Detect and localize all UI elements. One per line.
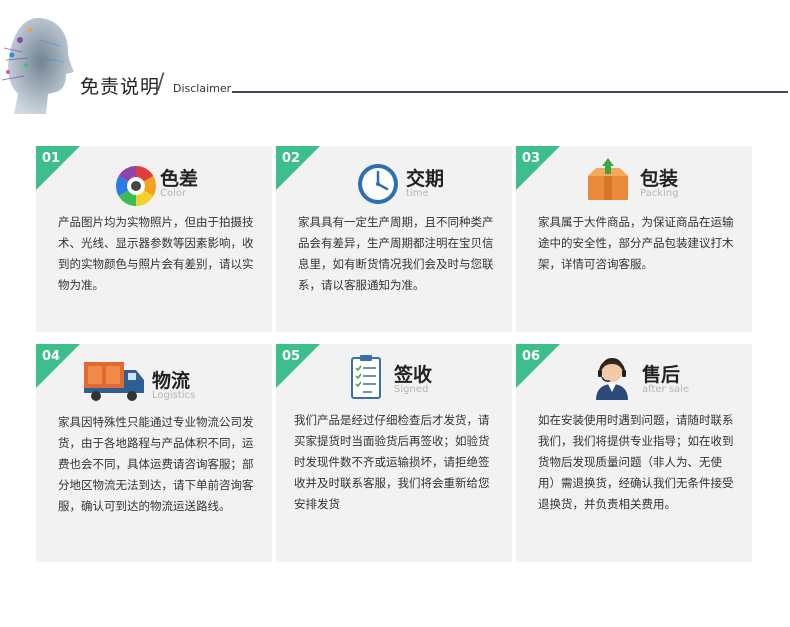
- card-number: 05: [282, 349, 301, 364]
- card-text: 如在安装使用时遇到问题，请随时联系我们，我们将提供专业指导；如在收到货物后发现质…: [538, 413, 734, 511]
- card-title: 售后: [642, 364, 681, 386]
- card-title: 物流: [152, 370, 191, 392]
- truck-icon: [84, 362, 144, 401]
- card-subtitle: Packing: [640, 188, 679, 199]
- card-color: 01 色差 Color 产品图片均为实物照片，但由于拍摄技术、光线、显示器参数等…: [36, 146, 272, 332]
- page-title: 免责说明: [80, 76, 161, 98]
- card-after-sale: 06 售后 after sale 如在安装使用时遇到问题，请随时联系我们，我们将…: [516, 344, 752, 562]
- card-title: 交期: [406, 168, 445, 190]
- card-subtitle: Signed: [394, 384, 429, 395]
- card-number: 01: [42, 151, 61, 166]
- headset-agent-icon: [596, 358, 628, 400]
- card-subtitle: Logistics: [152, 390, 196, 401]
- card-number: 02: [282, 151, 301, 166]
- card-subtitle: Color: [160, 188, 187, 199]
- card-text: 家具属于大件商品，为保证商品在运输途中的安全性，部分产品包装建议打木架，详情可咨…: [538, 215, 734, 271]
- title-separator: /: [157, 70, 165, 95]
- card-text: 我们产品是经过仔细检查后才发货，请买家提货时当面验货后再签收；如验货时发现件数不…: [294, 413, 490, 511]
- card-text: 产品图片均为实物照片，但由于拍摄技术、光线、显示器参数等因素影响，收到的实物颜色…: [58, 215, 254, 292]
- card-logistics: 04 物流 Logistics 家具因特殊性只能通过专业物流公司发货，由于各地路…: [36, 344, 272, 562]
- card-signed: 05 签收 Signed 我们产品是经过仔细检查后才发货，请买家提货时当面验货后…: [276, 344, 512, 562]
- card-text: 家具具有一定生产周期，且不同种类产品会有差异，生产周期都注明在宝贝信息里，如有断…: [298, 215, 494, 292]
- title-rule: [232, 91, 788, 93]
- page-title-english: Disclaimer: [173, 82, 232, 95]
- box-icon: [588, 158, 628, 200]
- card-text: 家具因特殊性只能通过专业物流公司发货，由于各地路程与产品体积不同，运费也会不同，…: [58, 415, 254, 513]
- card-number: 04: [42, 349, 61, 364]
- digital-head-icon: [1, 18, 74, 114]
- card-subtitle: after sale: [642, 384, 690, 395]
- card-title: 色差: [160, 168, 199, 190]
- card-title: 包装: [640, 168, 679, 190]
- color-wheel-icon: [116, 166, 156, 206]
- card-subtitle: time: [406, 188, 429, 199]
- clipboard-icon: [351, 355, 381, 399]
- clock-icon: [358, 164, 398, 204]
- header: 免责说明 / Disclaimer: [0, 0, 790, 120]
- card-packing: 03 包装 Packing 家具属于大件商品，为保证商品在运输途中的安全性，部分…: [516, 146, 752, 332]
- card-time: 02 交期 time 家具具有一定生产周期，且不同种类产品会有差异，生产周期都注…: [276, 146, 512, 332]
- card-number: 06: [522, 349, 541, 364]
- card-title: 签收: [394, 364, 433, 386]
- card-number: 03: [522, 151, 541, 166]
